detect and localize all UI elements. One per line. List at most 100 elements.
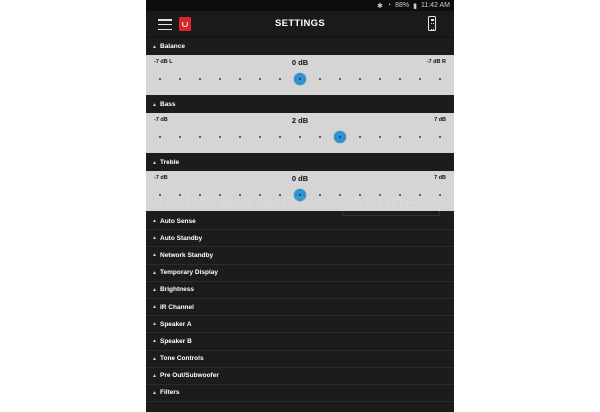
list-item-speaker-b[interactable]: ▲ Speaker B	[146, 333, 454, 351]
chevron-down-icon: ▲	[152, 372, 157, 379]
list-item-label: Tone Controls	[160, 355, 204, 363]
slider-knob[interactable]	[334, 131, 346, 143]
slider-tick	[159, 194, 161, 196]
balance-slider-track[interactable]	[159, 73, 441, 85]
slider-tick	[279, 194, 281, 196]
slider-max-label: 7 dB	[434, 175, 446, 181]
list-item-temporary-display[interactable]: ▲ Temporary Display	[146, 264, 454, 282]
page-title: SETTINGS	[275, 18, 325, 29]
list-item-label: Filters	[160, 389, 180, 397]
slider-knob[interactable]	[294, 73, 306, 85]
list-item-pre-out-subwoofer[interactable]: ▲ Pre Out/Subwoofer	[146, 367, 454, 385]
slider-tick	[439, 78, 441, 80]
list-item-label: Speaker B	[160, 337, 192, 345]
slider-tick	[318, 136, 321, 138]
slider-knob[interactable]	[294, 189, 306, 201]
slider-tick	[419, 194, 421, 196]
slider-tick	[159, 136, 161, 138]
list-item-auto-standby[interactable]: ▲ Auto Standby	[146, 230, 454, 248]
slider-tick	[359, 136, 361, 138]
slider-tick	[379, 194, 381, 196]
list-item-label: Auto Sense	[160, 217, 196, 225]
chevron-down-icon: ▲	[152, 355, 157, 362]
remote-control-icon[interactable]	[428, 16, 436, 31]
list-item-auto-sense[interactable]: ▲ Auto Sense	[146, 213, 454, 231]
wifi-icon: ◔	[386, 2, 392, 9]
slider-tick	[219, 194, 221, 196]
bass-slider-panel: -7 dB 2 dB 7 dB	[146, 113, 454, 153]
slider-tick	[259, 136, 261, 138]
slider-tick	[318, 194, 321, 196]
list-item-label: Pre Out/Subwoofer	[160, 372, 219, 380]
chevron-up-icon: ▲	[152, 159, 157, 166]
list-item-speaker-a[interactable]: ▲ Speaker A	[146, 316, 454, 334]
chevron-down-icon: ▲	[152, 269, 157, 276]
slider-max-label: 7 dB	[434, 117, 446, 123]
slider-tick	[419, 136, 421, 138]
section-label: Treble	[160, 159, 180, 166]
bass-slider-track[interactable]	[159, 131, 441, 143]
status-bar: ✱ ◔ 88% ▮ 11:42 AM	[146, 0, 454, 11]
slider-tick	[259, 78, 261, 80]
chevron-up-icon: ▲	[152, 43, 157, 50]
list-item-network-standby[interactable]: ▲ Network Standby	[146, 247, 454, 265]
list-item-label: Speaker A	[160, 320, 192, 328]
slider-tick	[198, 78, 201, 80]
slider-tick	[379, 78, 381, 80]
slider-tick	[219, 78, 221, 80]
list-item-filters[interactable]: ▲ Filters	[146, 384, 454, 403]
list-item-brightness[interactable]: ▲ Brightness	[146, 281, 454, 299]
chevron-down-icon: ▲	[152, 218, 157, 225]
slider-tick	[238, 194, 241, 196]
slider-tick	[359, 194, 361, 196]
slider-tick	[238, 78, 241, 80]
slider-tick	[219, 136, 221, 138]
slider-tick	[198, 194, 201, 196]
bluetooth-icon: ✱	[376, 2, 383, 10]
list-item-label: IR Channel	[160, 303, 194, 311]
app-window: ✱ ◔ 88% ▮ 11:42 AM SETTINGS ▲ Balance -7…	[146, 0, 454, 412]
slider-tick	[238, 136, 241, 138]
slider-tick	[399, 136, 401, 138]
list-item-label: Auto Standby	[160, 234, 203, 242]
list-item-label: Network Standby	[160, 251, 214, 259]
treble-slider-track[interactable]	[159, 189, 441, 201]
slider-tick	[379, 136, 381, 138]
battery-level: 88%	[395, 2, 410, 9]
slider-value-label: 0 dB	[291, 174, 309, 183]
settings-list: ▲ Auto Sense ▲ Auto Standby ▲ Network Stand…	[146, 213, 454, 403]
section-header-treble[interactable]: ▲ Treble	[146, 154, 454, 171]
slider-tick	[279, 136, 281, 138]
chevron-down-icon: ▲	[152, 338, 157, 345]
list-item-label: Brightness	[160, 286, 194, 294]
battery-icon: ▮	[413, 2, 417, 10]
slider-tick	[159, 78, 161, 80]
chevron-down-icon: ▲	[152, 389, 157, 396]
slider-tick	[339, 194, 341, 196]
slider-tick	[299, 136, 301, 138]
slider-tick	[259, 194, 261, 196]
chevron-down-icon: ▲	[152, 321, 157, 328]
chevron-down-icon: ▲	[152, 252, 157, 259]
clock: 11:42 AM	[420, 2, 450, 9]
slider-tick	[198, 136, 201, 138]
section-header-bass[interactable]: ▲ Bass	[146, 96, 454, 113]
list-item-ir-channel[interactable]: ▲ IR Channel	[146, 298, 454, 317]
section-label: Balance	[160, 43, 185, 50]
slider-tick	[399, 78, 401, 80]
slider-tick	[439, 136, 441, 138]
chevron-up-icon: ▲	[152, 101, 157, 108]
slider-tick	[318, 78, 321, 80]
section-label: Bass	[160, 101, 176, 108]
slider-max-label: -7 dB R	[426, 59, 446, 65]
section-header-balance[interactable]: ▲ Balance	[146, 38, 454, 55]
list-item-tone-controls[interactable]: ▲ Tone Controls	[146, 350, 454, 368]
slider-tick	[439, 194, 441, 196]
balance-slider-panel: -7 dB L 0 dB -7 dB R	[146, 55, 454, 95]
slider-tick	[178, 194, 181, 196]
slider-tick	[279, 78, 281, 80]
slider-tick	[178, 136, 181, 138]
app-bar: SETTINGS	[146, 11, 454, 38]
slider-tick	[178, 78, 181, 80]
chevron-down-icon: ▲	[152, 286, 157, 293]
